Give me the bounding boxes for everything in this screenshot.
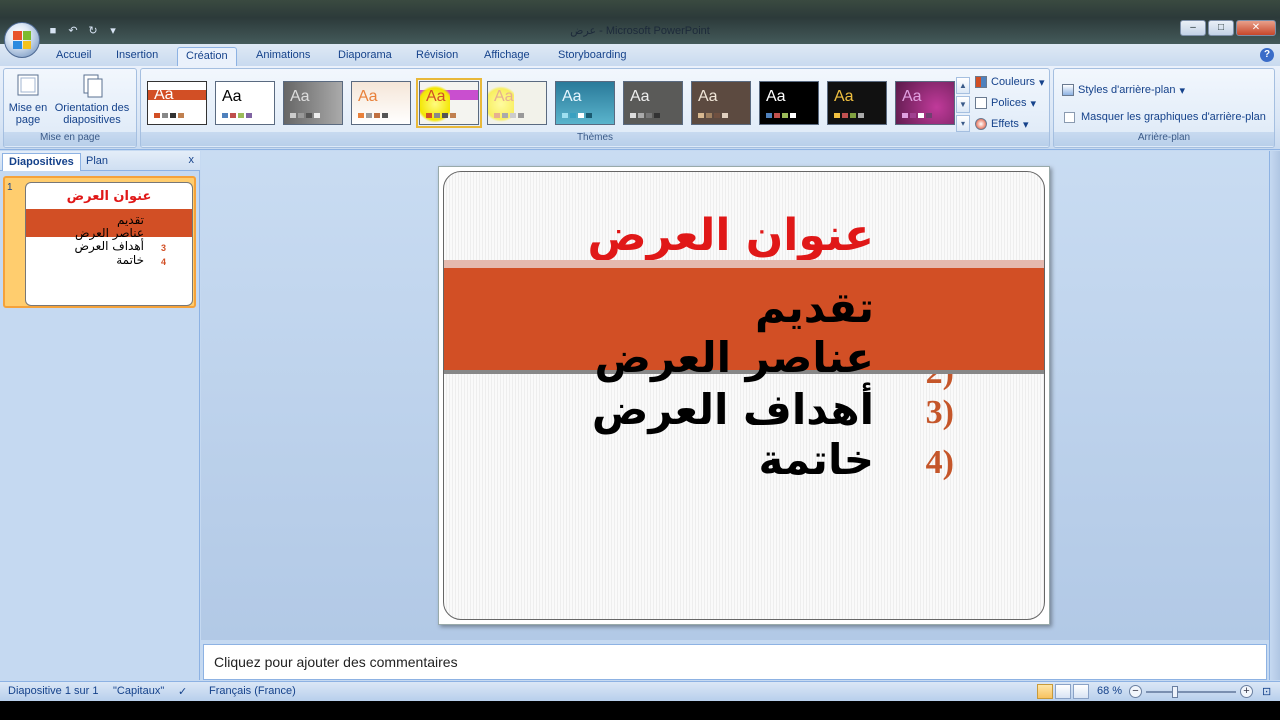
themes-gallery-scroll: ▲ ▼ ▾ [956, 77, 970, 133]
fit-to-window-icon[interactable]: ⊡ [1262, 685, 1271, 698]
gallery-more-icon[interactable]: ▾ [956, 115, 970, 132]
tab-animations[interactable]: Animations [248, 47, 318, 66]
tab-insertion[interactable]: Insertion [108, 47, 166, 66]
slide-stripe [444, 260, 1044, 268]
office-button[interactable] [4, 22, 40, 58]
maximize-button[interactable]: □ [1208, 20, 1234, 36]
bottom-black-bar [0, 701, 1280, 720]
theme-gray[interactable]: Aa [283, 81, 343, 125]
title-bar: ■ ↶ ↻ ▾ عرض - Microsoft PowerPoint – □ ✕ [0, 0, 1280, 58]
tab-diapositives[interactable]: Diapositives [2, 153, 81, 171]
tab-affichage[interactable]: Affichage [476, 47, 538, 66]
colors-icon [975, 76, 987, 88]
status-theme: "Capitaux" [113, 685, 165, 697]
effets-button[interactable]: Effets ▾ [975, 115, 1028, 133]
gallery-up-icon[interactable]: ▲ [956, 77, 970, 94]
status-language[interactable]: Français (France) [209, 685, 296, 697]
window-title: عرض - Microsoft PowerPoint [570, 25, 710, 37]
ribbon-tabs: Accueil Insertion Création Animations Di… [0, 44, 1280, 66]
checkbox-box [1064, 111, 1075, 123]
group-mise-en-page: Mise en page Orientation des diapositive… [3, 68, 137, 148]
minimize-button[interactable]: – [1180, 20, 1206, 36]
theme-beige[interactable]: Aa [487, 81, 547, 125]
slide-canvas[interactable]: عنوان العرض 2) 3) 4) تقديم عناصر العرض أ… [438, 166, 1050, 625]
tab-storyboarding[interactable]: Storyboarding [550, 47, 635, 66]
close-button[interactable]: ✕ [1236, 20, 1276, 36]
theme-capitaux[interactable]: Aa [416, 78, 482, 128]
spellcheck-icon[interactable]: ✓ [178, 685, 187, 698]
tab-creation[interactable]: Création [177, 47, 237, 66]
normal-view-button[interactable] [1037, 684, 1053, 699]
theme-purple[interactable]: Aa [895, 81, 955, 125]
powerpoint-window: ■ ↶ ↻ ▾ عرض - Microsoft PowerPoint – □ ✕… [0, 0, 1280, 720]
slide-item-1[interactable]: تقديم [755, 284, 874, 332]
zoom-slider-track[interactable] [1146, 691, 1236, 693]
slide-number-3: 3) [925, 394, 954, 431]
slideshow-view-button[interactable] [1073, 684, 1089, 699]
masquer-graphiques-checkbox[interactable]: Masquer les graphiques d'arrière-plan [1064, 111, 1266, 123]
slides-pane-tabs: Diapositives Plan x [0, 151, 200, 171]
theme-default[interactable]: Aa [215, 81, 275, 125]
slides-pane: Diapositives Plan x 1 عنوان العرض تقديم … [0, 151, 200, 680]
help-icon[interactable]: ? [1260, 48, 1274, 62]
theme-blue-teal[interactable]: Aa [555, 81, 615, 125]
zoom-in-icon[interactable]: + [1240, 685, 1253, 698]
notes-placeholder: Cliquez pour ajouter des commentaires [214, 654, 458, 670]
couleurs-button[interactable]: Couleurs ▾ [975, 73, 1045, 91]
status-slide-info: Diapositive 1 sur 1 [8, 685, 99, 697]
theme-brown[interactable]: Aa [691, 81, 751, 125]
tab-plan[interactable]: Plan [80, 153, 114, 171]
slide-item-3[interactable]: أهداف العرض [592, 386, 874, 434]
group-themes: Aa Aa Aa Aa Aa Aa Aa Aa Aa Aa Aa Aa ▲ ▼ … [140, 68, 1050, 148]
zoom-slider-thumb[interactable] [1172, 686, 1178, 698]
group-arriere-plan: Styles d'arrière-plan ▾ Masquer les graph… [1053, 68, 1275, 148]
slide-item-4[interactable]: خاتمة [759, 436, 874, 484]
tab-accueil[interactable]: Accueil [48, 47, 99, 66]
slide-thumbnail[interactable]: عنوان العرض تقديم عناصر العرض أهداف العر… [25, 182, 193, 306]
theme-peach[interactable]: Aa [351, 81, 411, 125]
slide-title[interactable]: عنوان العرض [444, 210, 874, 261]
theme-dark-gray[interactable]: Aa [623, 81, 683, 125]
group-label-mise-en-page: Mise en page [4, 132, 136, 146]
theme-black-gold[interactable]: Aa [827, 81, 887, 125]
orientation-icon [78, 73, 106, 99]
zoom-out-icon[interactable]: − [1129, 685, 1142, 698]
close-icon[interactable]: x [189, 154, 195, 166]
tab-diaporama[interactable]: Diaporama [330, 47, 400, 66]
theme-black[interactable]: Aa [759, 81, 819, 125]
polices-button[interactable]: Polices ▾ [975, 94, 1036, 112]
slide-item-2[interactable]: عناصر العرض [595, 334, 874, 382]
zoom-level[interactable]: 68 % [1097, 685, 1122, 697]
orientation-button[interactable]: Orientation des diapositives [50, 73, 134, 126]
background-styles-icon [1062, 84, 1074, 96]
slide-number: 1 [7, 182, 13, 193]
office-logo-icon [13, 31, 31, 49]
tab-revision[interactable]: Révision [408, 47, 466, 66]
slide-background: عنوان العرض 2) 3) 4) تقديم عناصر العرض أ… [443, 171, 1045, 620]
slide-number-4: 4) [925, 444, 954, 481]
gallery-down-icon[interactable]: ▼ [956, 96, 970, 113]
thumb-number-4: 4 [160, 257, 166, 267]
mise-en-page-button[interactable]: Mise en page [8, 73, 48, 126]
theme-office[interactable]: Aa [147, 81, 207, 125]
group-label-themes: Thèmes [141, 132, 1049, 146]
thumb-item-4: خاتمة [116, 253, 144, 267]
styles-arriere-plan-button[interactable]: Styles d'arrière-plan ▾ [1062, 81, 1185, 99]
effects-icon [975, 118, 987, 130]
ribbon: Mise en page Orientation des diapositive… [0, 66, 1280, 150]
window-controls: – □ ✕ [1180, 20, 1276, 36]
slide-editing-area: عنوان العرض 2) 3) 4) تقديم عناصر العرض أ… [201, 151, 1269, 640]
thumb-item-3: أهداف العرض [74, 239, 144, 253]
slide-thumbnail-selected[interactable]: 1 عنوان العرض تقديم عناصر العرض أهداف ال… [3, 176, 196, 308]
group-label-arriere-plan: Arrière-plan [1054, 132, 1274, 146]
vertical-scrollbar[interactable] [1269, 151, 1280, 680]
page-setup-icon [14, 73, 42, 99]
thumb-title: عنوان العرض [66, 189, 152, 204]
notes-pane[interactable]: Cliquez pour ajouter des commentaires [203, 644, 1267, 680]
fonts-icon [975, 97, 987, 109]
status-bar: Diapositive 1 sur 1 "Capitaux" ✓ Françai… [0, 681, 1280, 701]
slide-sorter-view-button[interactable] [1055, 684, 1071, 699]
thumb-number-3: 3 [160, 243, 166, 253]
